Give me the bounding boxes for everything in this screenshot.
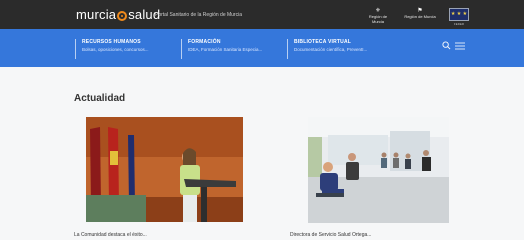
news-title-1[interactable]: La Comunidad destaca el éxito... (74, 232, 147, 238)
nav-item-formacion[interactable]: FORMACIÓN IDEA, Formación Sanitaria Espe… (181, 39, 276, 59)
nav-item-recursos-humanos[interactable]: RECURSOS HUMANOS Bolsas, oposiciones, co… (75, 39, 175, 59)
logo-mark-icon (117, 10, 128, 21)
murciasalud-logo[interactable]: murcia salud (76, 7, 160, 22)
nav-item-title: FORMACIÓN (188, 39, 221, 45)
nav-item-biblioteca-virtual[interactable]: BIBLIOTECA VIRTUAL Documentación científ… (287, 39, 387, 59)
eu-caption: FEDER (453, 22, 465, 26)
top-header-bar: murcia salud Portal Sanitario de la Regi… (0, 0, 524, 29)
news-title-2[interactable]: Directora de Servicio Salud Ortega... (290, 232, 371, 238)
nav-item-title: RECURSOS HUMANOS (82, 39, 141, 45)
logo-text-left: murcia (76, 7, 117, 22)
partner-2-label: Región de Murcia (404, 14, 436, 19)
portal-tagline: Portal Sanitario de la Región de Murcia (155, 12, 242, 18)
partner-logo-1[interactable]: ⚜ Región de Murcia (364, 8, 392, 24)
search-icon[interactable] (442, 41, 451, 50)
news-image-waiting-room[interactable] (308, 117, 449, 223)
nav-item-subtitle: IDEA, Formación Sanitaria Especia... (188, 47, 263, 52)
speaker-photo (86, 117, 243, 222)
waiting-room-photo (308, 117, 449, 223)
news-image-speaker[interactable] (86, 117, 243, 222)
hamburger-menu-icon[interactable] (455, 42, 465, 50)
partner-1-label: Región de Murcia (368, 14, 388, 24)
section-title-actualidad: Actualidad (74, 93, 126, 104)
nav-item-subtitle: Documentación científica, PreventI... (294, 47, 368, 52)
nav-item-subtitle: Bolsas, oposiciones, concursos... (82, 47, 149, 52)
nav-item-title: BIBLIOTECA VIRTUAL (294, 39, 352, 45)
partner-logo-2[interactable]: ⚑ Región de Murcia (398, 8, 442, 21)
eu-flag-icon: ★ ★ ★ (449, 8, 469, 21)
